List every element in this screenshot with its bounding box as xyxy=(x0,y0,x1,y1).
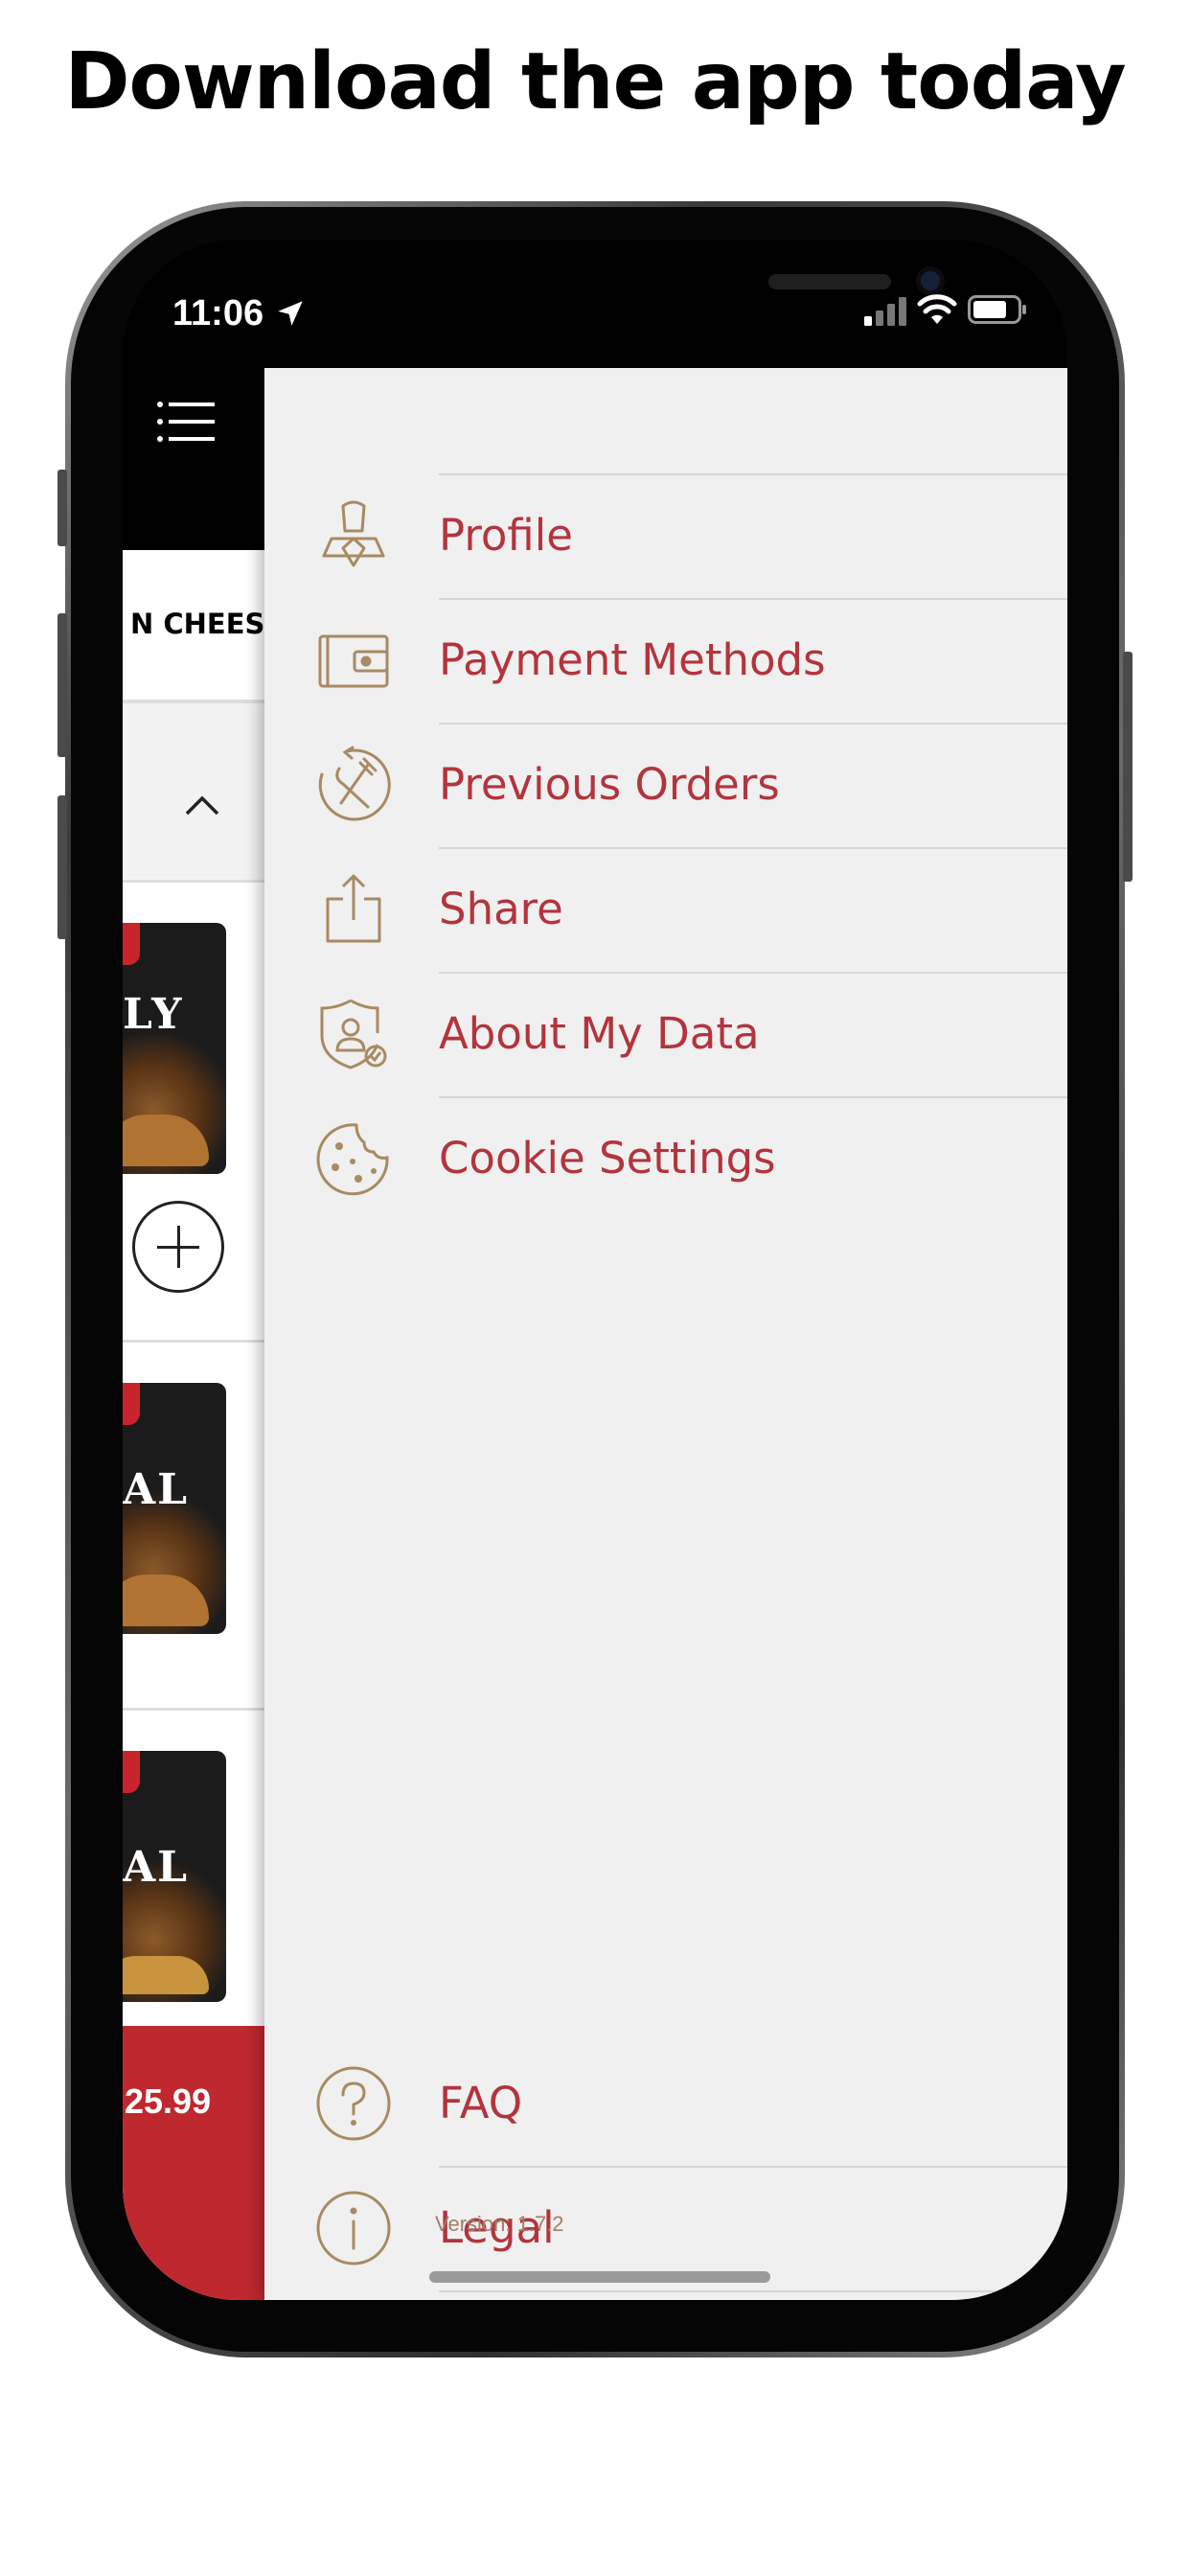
location-arrow-icon xyxy=(278,301,303,326)
menu-item-previous-orders[interactable]: Previous Orders xyxy=(264,723,1067,847)
product-image: LY xyxy=(123,923,226,1174)
category-tab-label[interactable]: N CHEESE xyxy=(130,608,264,640)
menu-item-label: Payment Methods xyxy=(439,634,826,685)
category-tabs: N CHEESE xyxy=(123,550,264,703)
cart-total-amount: 25.99 xyxy=(125,2082,212,2121)
menu-item-label: Profile xyxy=(439,510,573,561)
cart-total-bar[interactable]: 25.99 xyxy=(123,2026,264,2300)
menu-item-label: FAQ xyxy=(439,2078,523,2128)
product-card[interactable]: AL xyxy=(123,1340,264,1708)
menu-item-label: Previous Orders xyxy=(439,759,780,810)
app-header xyxy=(123,368,264,550)
menu-item-label: About My Data xyxy=(439,1008,760,1059)
menu-item-label: Cookie Settings xyxy=(439,1133,776,1184)
wifi-icon xyxy=(917,294,957,324)
speaker-grille xyxy=(768,274,891,289)
data-shield-icon xyxy=(320,999,387,1070)
info-circle-icon xyxy=(316,2191,391,2266)
hamburger-menu-icon[interactable] xyxy=(157,401,215,443)
product-image: AL xyxy=(123,1751,226,2002)
product-card[interactable]: AL xyxy=(123,1708,264,2026)
promo-text: AL xyxy=(123,1465,190,1514)
cellular-signal-icon xyxy=(864,297,906,326)
profile-icon xyxy=(322,500,385,567)
product-card[interactable]: LY xyxy=(123,880,264,1340)
version-label: Version: 1.7.2 xyxy=(435,2212,564,2236)
wallet-icon xyxy=(318,634,389,688)
product-image: AL xyxy=(123,1383,226,1634)
volume-up-button xyxy=(57,613,67,757)
menu-item-faq[interactable]: FAQ xyxy=(264,2041,1067,2166)
home-indicator[interactable] xyxy=(429,2271,770,2283)
silent-switch xyxy=(57,470,67,546)
chevron-up-icon[interactable] xyxy=(184,794,220,816)
status-time: 11:06 xyxy=(172,293,264,334)
background-menu-screen: N CHEESE LY AL AL xyxy=(123,368,264,2300)
menu-item-label: Share xyxy=(439,884,563,934)
add-to-cart-button[interactable] xyxy=(132,1201,224,1293)
promo-text: AL xyxy=(123,1843,190,1892)
menu-item-payment-methods[interactable]: Payment Methods xyxy=(264,598,1067,723)
side-drawer: Profile Payment Methods Previous Orders … xyxy=(264,368,1067,2300)
menu-item-profile[interactable]: Profile xyxy=(264,473,1067,598)
menu-item-about-my-data[interactable]: About My Data xyxy=(264,972,1067,1096)
menu-item-cookie-settings[interactable]: Cookie Settings xyxy=(264,1096,1067,1221)
phone-screen: 11:06 N CHEES LY AL AL 25.99 Profile Pay… xyxy=(123,240,1067,2300)
question-circle-icon xyxy=(316,2066,391,2141)
section-header xyxy=(123,707,264,880)
status-bar: 11:06 xyxy=(123,240,1067,368)
battery-icon xyxy=(968,295,1026,324)
notch xyxy=(356,240,945,328)
previous-orders-icon xyxy=(318,746,391,821)
headline: Download the app today xyxy=(64,36,1126,127)
share-icon xyxy=(326,874,381,943)
cookie-icon xyxy=(316,1123,389,1196)
power-button xyxy=(1123,652,1133,882)
promo-text: LY xyxy=(123,990,184,1039)
volume-down-button xyxy=(57,795,67,939)
menu-item-share[interactable]: Share xyxy=(264,847,1067,972)
